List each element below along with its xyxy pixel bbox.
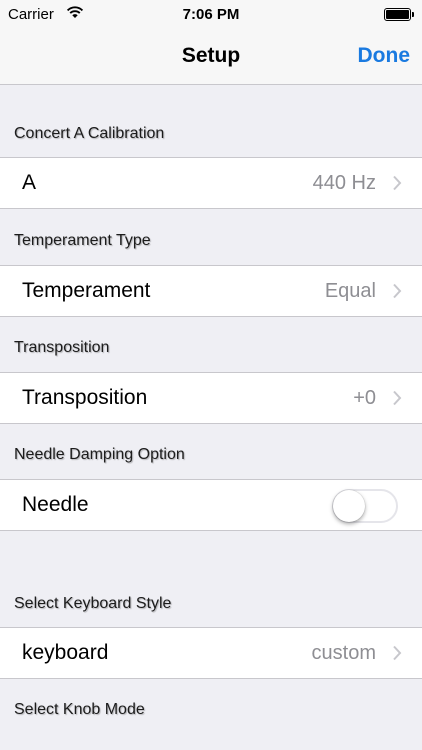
needle-toggle[interactable] <box>332 489 398 523</box>
row-keyboard[interactable]: keyboard custom <box>0 627 422 679</box>
row-value: Equal <box>324 280 376 302</box>
section-header-keyboard: Select Keyboard Style <box>0 575 422 627</box>
row-transposition[interactable]: Transposition +0 <box>0 372 422 424</box>
row-value: +0 <box>353 387 376 409</box>
clock: 7:06 PM <box>182 6 240 23</box>
section-header-needle: Needle Damping Option <box>0 426 422 478</box>
done-button[interactable]: Done <box>358 44 411 68</box>
row-label: Temperament <box>22 279 151 302</box>
status-bar: Carrier 7:06 PM <box>0 0 422 30</box>
section-header-label: Select Knob Mode <box>14 701 145 718</box>
section-header-label: Needle Damping Option <box>14 446 185 463</box>
section-header-label: Concert A Calibration <box>14 125 165 142</box>
row-label: A <box>22 171 37 194</box>
row-concert-a[interactable]: A 440 Hz <box>0 157 422 209</box>
section-header-label: Transposition <box>14 339 110 356</box>
row-value: 440 Hz <box>312 172 376 194</box>
row-value: custom <box>311 642 376 664</box>
navigation-bar: Setup Done <box>0 30 422 85</box>
section-header-label: Select Keyboard Style <box>14 595 172 612</box>
row-label: Transposition <box>22 386 148 409</box>
chevron-right-icon <box>393 175 402 191</box>
row-needle: Needle <box>0 479 422 531</box>
toggle-knob <box>333 490 365 522</box>
section-header-calibration: Concert A Calibration <box>0 105 422 157</box>
section-header-label: Temperament Type <box>14 232 151 249</box>
chevron-right-icon <box>393 645 402 661</box>
section-header-temperament: Temperament Type <box>0 212 422 264</box>
row-temperament[interactable]: Temperament Equal <box>0 265 422 317</box>
row-label: Needle <box>22 493 89 516</box>
section-header-knob: Select Knob Mode <box>0 681 422 733</box>
chevron-right-icon <box>393 390 402 406</box>
chevron-right-icon <box>393 283 402 299</box>
battery-icon <box>384 8 414 21</box>
section-header-transposition: Transposition <box>0 319 422 371</box>
row-label: keyboard <box>22 641 109 664</box>
